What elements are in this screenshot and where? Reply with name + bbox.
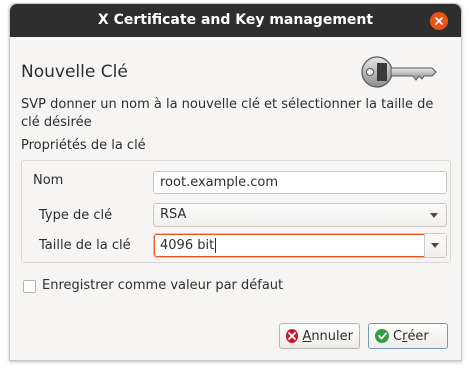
key-size-input[interactable]: 4096 bit (154, 234, 426, 257)
close-icon (435, 17, 443, 25)
save-default-checkbox[interactable] (23, 280, 36, 293)
page-title: Nouvelle Clé (21, 62, 128, 82)
key-properties-group: Nom root.example.com Type de clé RSA Tai… (21, 160, 451, 263)
chevron-down-icon (431, 243, 439, 248)
chevron-down-icon (430, 213, 438, 218)
create-label-start: C (393, 328, 403, 344)
cancel-mnemonic: A (302, 328, 312, 344)
description-text: SVP donner un nom à la nouvelle clé et s… (21, 97, 434, 130)
key-size-combobox[interactable]: 4096 bit (153, 233, 447, 258)
cancel-label: nnuler (311, 328, 353, 344)
key-type-select[interactable]: RSA (153, 203, 447, 227)
title-bar[interactable]: X Certificate and Key management (10, 4, 461, 37)
key-icon (361, 56, 437, 88)
key-size-value: 4096 bit (160, 238, 215, 253)
cancel-icon (286, 329, 299, 343)
key-size-label: Taille de la clé (39, 238, 131, 253)
create-button[interactable]: Cr éer (368, 323, 448, 349)
name-label: Nom (33, 173, 64, 188)
name-input[interactable]: root.example.com (153, 171, 447, 194)
save-default-label[interactable]: Enregistrer comme valeur par défaut (42, 278, 283, 293)
close-button[interactable] (430, 12, 448, 30)
text-cursor (215, 238, 217, 253)
dialog-window: X Certificate and Key management Nouvell… (9, 3, 462, 361)
cancel-button[interactable]: Annuler (279, 323, 360, 349)
window-title: X Certificate and Key management (97, 12, 374, 28)
group-title: Propriétés de la clé (21, 138, 146, 153)
key-type-label: Type de clé (39, 208, 113, 223)
check-icon (375, 329, 389, 343)
create-label-end: éer (407, 328, 429, 344)
key-size-dropdown-button[interactable] (424, 234, 446, 257)
key-type-value: RSA (160, 207, 187, 222)
